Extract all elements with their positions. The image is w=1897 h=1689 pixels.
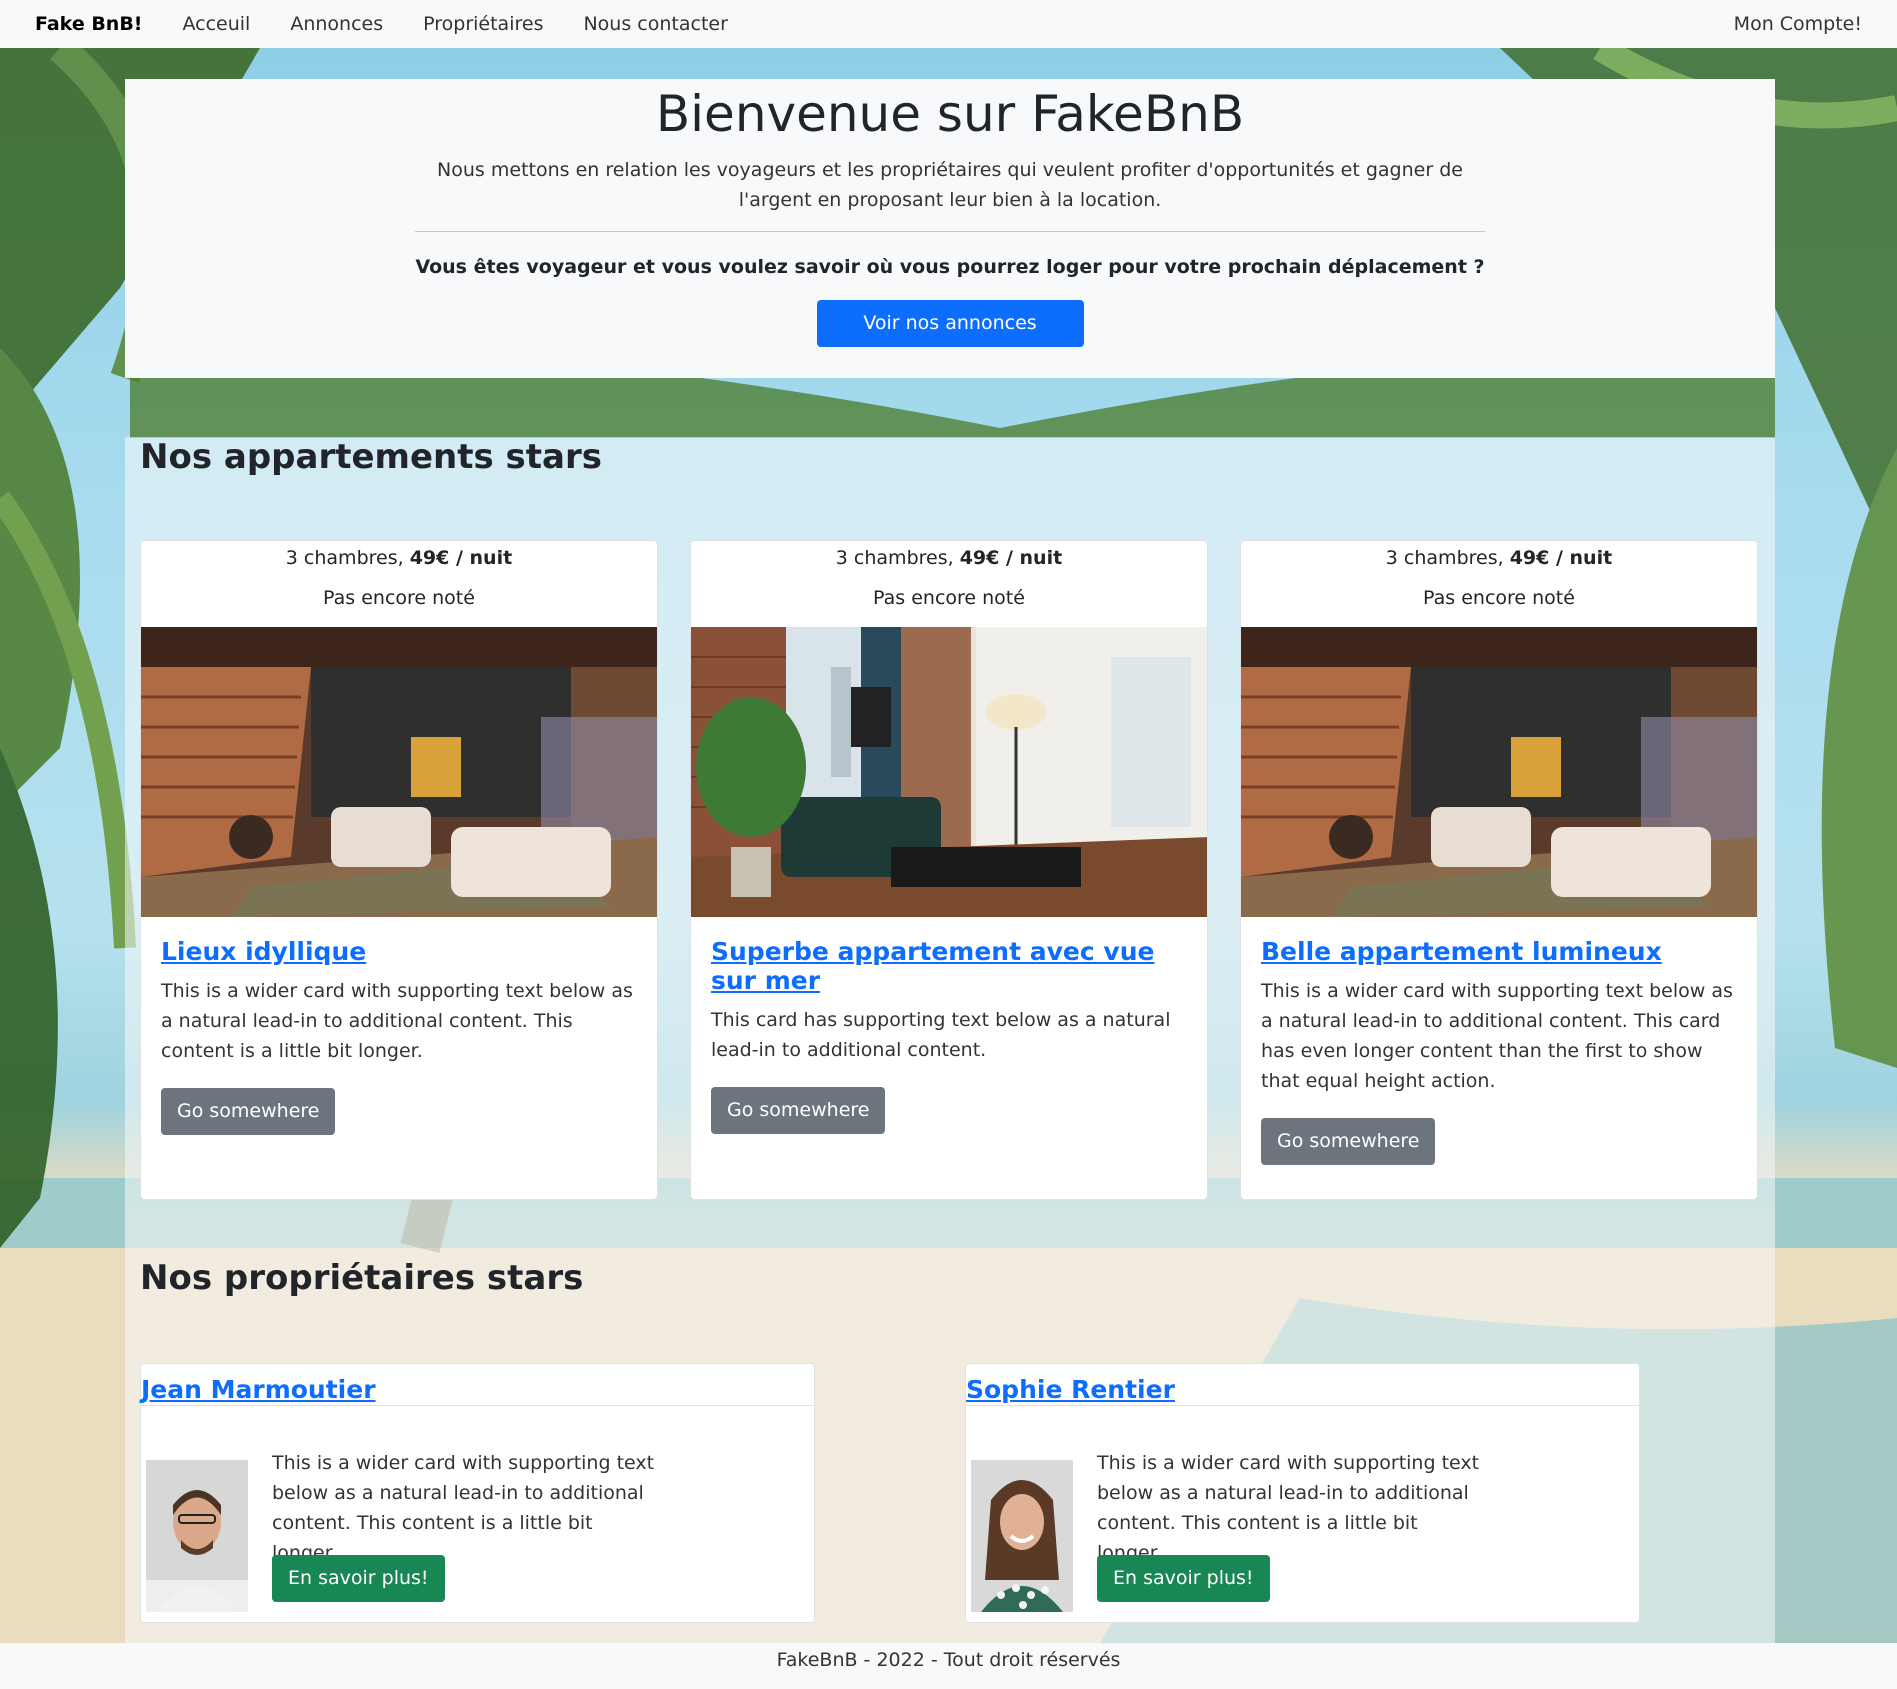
rooms-count: 3 chambres, [285, 547, 404, 569]
apartment-description: This is a wider card with supporting tex… [1261, 980, 1733, 1092]
go-somewhere-button[interactable]: Go somewhere [1261, 1118, 1436, 1165]
rating-text: Pas encore noté [873, 587, 1025, 609]
hero-lead-text: Nous mettons en relation les voyageurs e… [437, 159, 1463, 211]
nav-link-acceuil[interactable]: Acceuil [182, 13, 250, 35]
price-per-night: 49€ / nuit [1509, 547, 1613, 569]
learn-more-button[interactable]: En savoir plus! [1097, 1555, 1270, 1602]
apartment-card: 3 chambres, 49€ / nuit Pas encore noté L… [140, 540, 658, 1200]
apartments-section-title: Nos appartements stars [140, 437, 602, 477]
owner-description: This is a wider card with supporting tex… [272, 1452, 655, 1564]
go-somewhere-button[interactable]: Go somewhere [161, 1088, 336, 1135]
owner-name-link[interactable]: Sophie Rentier [966, 1364, 1639, 1406]
owner-avatar [146, 1460, 248, 1612]
go-somewhere-button[interactable]: Go somewhere [711, 1087, 886, 1134]
price-per-night: 49€ / nuit [409, 547, 513, 569]
apartment-title-link[interactable]: Superbe appartement avec vue sur mer [711, 937, 1187, 995]
learn-more-button[interactable]: En savoir plus! [272, 1555, 445, 1602]
owner-description: This is a wider card with supporting tex… [1097, 1452, 1480, 1564]
apartment-description: This is a wider card with supporting tex… [161, 980, 633, 1062]
rating-text: Pas encore noté [323, 587, 475, 609]
nav-link-contact[interactable]: Nous contacter [583, 13, 727, 35]
footer-copyright: FakeBnB - 2022 - Tout droit réservés [776, 1649, 1121, 1671]
owner-avatar [971, 1460, 1073, 1612]
rooms-count: 3 chambres, [835, 547, 954, 569]
apartment-photo [1241, 627, 1757, 917]
owner-card: Sophie Rentier This is a wider card with… [965, 1363, 1640, 1623]
apartment-card: 3 chambres, 49€ / nuit Pas encore noté S… [690, 540, 1208, 1200]
apartment-photo [691, 627, 1207, 917]
apartment-photo [141, 627, 657, 917]
nav-link-annonces[interactable]: Annonces [290, 13, 383, 35]
page-footer: FakeBnB - 2022 - Tout droit réservés [0, 1643, 1897, 1689]
apartment-meta: 3 chambres, 49€ / nuit [141, 541, 657, 577]
apartment-card: 3 chambres, 49€ / nuit Pas encore noté B… [1240, 540, 1758, 1200]
owner-card: Jean Marmoutier This is a wider card wit… [140, 1363, 815, 1623]
apartment-title-link[interactable]: Belle appartement lumineux [1261, 937, 1737, 966]
rooms-count: 3 chambres, [1385, 547, 1504, 569]
owners-section-title: Nos propriétaires stars [140, 1258, 584, 1298]
apartment-title-link[interactable]: Lieux idyllique [161, 937, 637, 966]
owner-name-link[interactable]: Jean Marmoutier [141, 1364, 814, 1406]
rating-text: Pas encore noté [1423, 587, 1575, 609]
see-listings-button[interactable]: Voir nos annonces [816, 300, 1084, 347]
apartment-meta: 3 chambres, 49€ / nuit [691, 541, 1207, 577]
apartment-description: This card has supporting text below as a… [711, 1009, 1171, 1061]
brand-logo[interactable]: Fake BnB! [35, 13, 142, 35]
hero-question: Vous êtes voyageur et vous voulez savoir… [415, 256, 1485, 278]
top-navbar: Fake BnB! Acceuil Annonces Propriétaires… [0, 0, 1897, 48]
hero-jumbotron: Bienvenue sur FakeBnB Nous mettons en re… [125, 79, 1775, 378]
price-per-night: 49€ / nuit [959, 547, 1063, 569]
hero-divider [415, 231, 1485, 232]
nav-link-proprietaires[interactable]: Propriétaires [423, 13, 543, 35]
apartment-meta: 3 chambres, 49€ / nuit [1241, 541, 1757, 577]
account-menu[interactable]: Mon Compte! [1734, 13, 1862, 35]
page-title: Bienvenue sur FakeBnB [655, 85, 1245, 143]
